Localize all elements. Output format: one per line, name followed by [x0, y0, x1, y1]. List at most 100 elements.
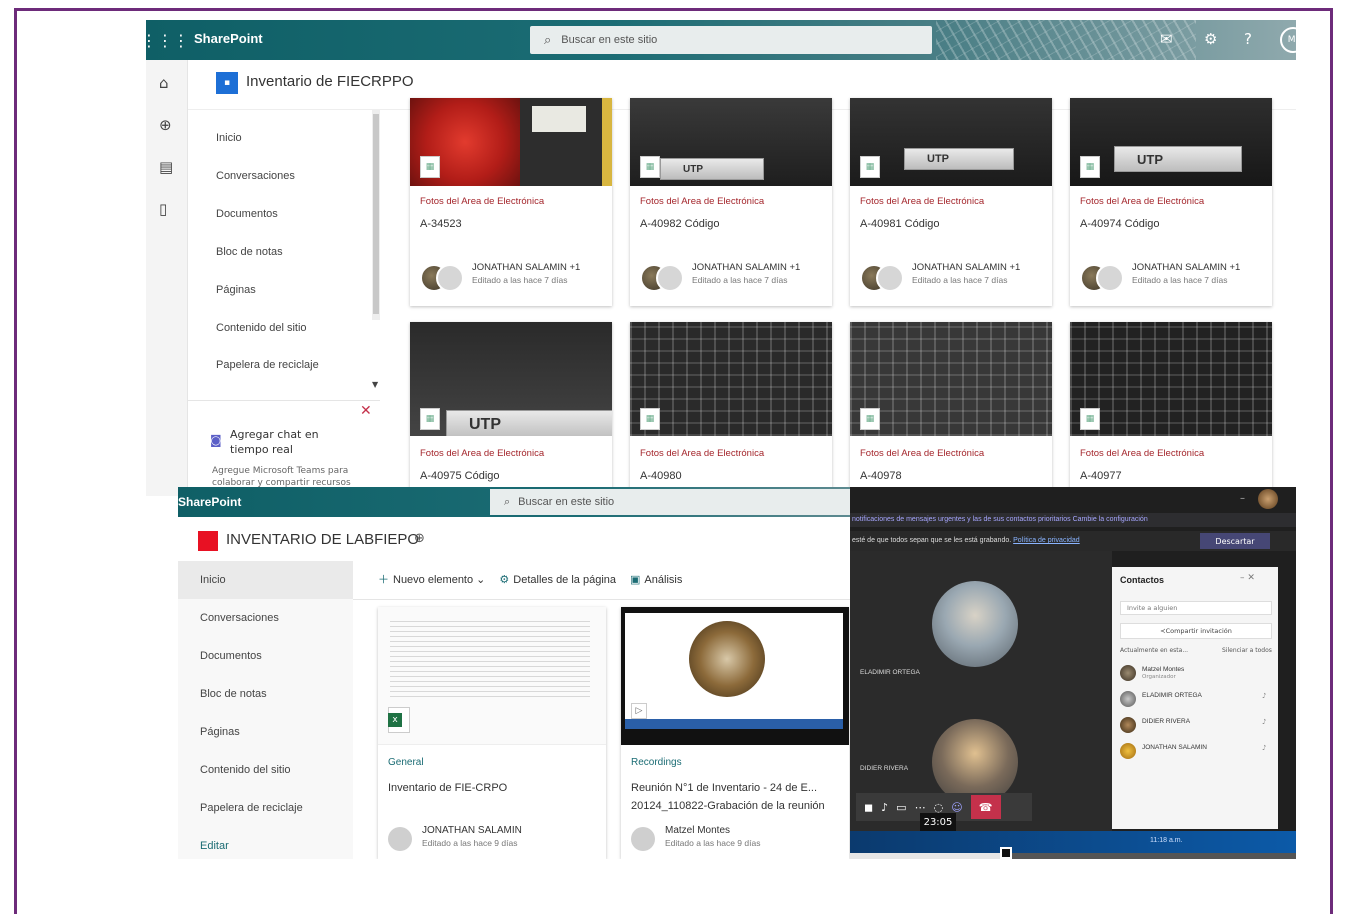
card-title[interactable]: Inventario de FIE-CRPO	[388, 779, 603, 797]
list-item[interactable]: ELADIMIR ORTEGA ♪	[1120, 689, 1272, 709]
close-icon[interactable]: – ✕	[1240, 573, 1255, 583]
hang-up-button[interactable]: ☎	[970, 795, 1001, 819]
card-title[interactable]: A-40978	[860, 470, 902, 482]
news-card[interactable]: ▦ Fotos del Area de Electrónica A-40978	[850, 322, 1052, 496]
notification-banner: notificaciones de mensajes urgentes y la…	[850, 513, 1296, 527]
gear-icon[interactable]: ⚙	[1204, 30, 1217, 48]
card-title[interactable]: Reunión N°1 de Inventario - 24 de E... 2…	[631, 779, 846, 815]
nav-item-contenido[interactable]: Contenido del sitio	[216, 322, 307, 334]
share-invite-button[interactable]: ≺ Compartir invitación	[1120, 623, 1272, 639]
participant-name: ELADIMIR ORTEGA	[1142, 692, 1202, 699]
nav-item-documentos[interactable]: Documentos	[216, 208, 278, 220]
file-icon[interactable]: ▯	[159, 200, 167, 218]
chat-promo-title[interactable]: Agregar chat en tiempo real	[230, 427, 340, 457]
news-card[interactable]: UTP ▦ Fotos del Area de Electrónica A-40…	[630, 98, 832, 306]
list-item[interactable]: Matzel Montes Organizador	[1120, 663, 1272, 683]
divider	[353, 599, 850, 600]
card-title[interactable]: A-40975 Código	[420, 470, 500, 482]
analytics-button[interactable]: ▣ Análisis	[630, 573, 682, 586]
card-title[interactable]: A-40981 Código	[860, 218, 940, 230]
globe-icon[interactable]: ⊕	[414, 531, 425, 546]
news-card[interactable]: UTP ▦ Fotos del Area de Electrónica A-40…	[850, 98, 1052, 306]
site-logo[interactable]	[198, 531, 218, 551]
document-card[interactable]: x General Inventario de FIE-CRPO JONATHA…	[378, 607, 606, 859]
card-title[interactable]: A-40982 Código	[640, 218, 720, 230]
nav-item-papelera[interactable]: Papelera de reciclaje	[200, 802, 303, 814]
nav-item-papelera[interactable]: Papelera de reciclaje	[216, 359, 319, 371]
avatar[interactable]: MI	[1280, 27, 1296, 53]
card-title[interactable]: A-40974 Código	[1080, 218, 1160, 230]
chat-icon[interactable]: ◌	[934, 801, 944, 814]
site-logo[interactable]: ▪	[216, 72, 238, 94]
app-launcher-icon[interactable]: ⋮⋮⋮	[146, 20, 189, 60]
participant-role: Organizador	[1142, 674, 1176, 680]
site-title[interactable]: INVENTARIO DE LABFIEPO	[226, 531, 419, 548]
suite-header: SharePoint ⌕ Buscar en este sitio	[178, 487, 850, 517]
nav-item-conversaciones[interactable]: Conversaciones	[200, 612, 279, 624]
nav-item-documentos[interactable]: Documentos	[200, 650, 262, 662]
asset-tag: UTP	[660, 158, 764, 180]
news-card[interactable]: ▦ Fotos del Area de Electrónica A-40980	[630, 322, 832, 496]
mute-all-link[interactable]: Silenciar a todos	[1222, 647, 1272, 654]
camera-icon[interactable]: ◼	[864, 801, 873, 814]
participants-panel: Contactos – ✕ Invite a alguien ≺ Compart…	[1112, 567, 1278, 829]
page-details-button[interactable]: ⚙ Detalles de la página	[499, 573, 616, 586]
news-card[interactable]: UTP ▦ Fotos del Area de Electrónica A-40…	[1070, 98, 1272, 306]
search-box[interactable]: ⌕ Buscar en este sitio	[490, 489, 850, 515]
search-box[interactable]: ⌕ Buscar en este sitio	[530, 26, 932, 54]
minimize-icon[interactable]: –	[1240, 493, 1245, 504]
news-card[interactable]: UTP ▦ Fotos del Area de Electrónica A-40…	[410, 322, 612, 496]
people-icon[interactable]: ☺	[951, 801, 962, 814]
brand-name[interactable]: SharePoint	[194, 31, 263, 46]
help-icon[interactable]: ?	[1244, 30, 1252, 48]
new-item-button[interactable]: ＋ Nuevo elemento ⌄	[378, 571, 485, 587]
nav-item-inicio[interactable]: Inicio	[200, 574, 226, 586]
avatar[interactable]	[1258, 489, 1278, 509]
card-edited: Editado a las hace 9 días	[665, 838, 761, 848]
card-author: JONATHAN SALAMIN +1	[912, 262, 1021, 273]
card-title[interactable]: A-40977	[1080, 470, 1122, 482]
more-icon[interactable]: ⋯	[915, 801, 926, 814]
gear-icon: ⚙	[499, 573, 510, 586]
card-author: JONATHAN SALAMIN	[422, 825, 522, 836]
card-title[interactable]: A-34523	[420, 218, 462, 230]
list-item[interactable]: DIDIER RIVERA ♪	[1120, 715, 1272, 735]
chat-icon[interactable]: ✉	[1160, 30, 1173, 48]
document-card[interactable]: ▷ Recordings Reunión N°1 de Inventario -…	[621, 607, 849, 859]
participant-video	[932, 581, 1018, 667]
invite-input[interactable]: Invite a alguien	[1120, 601, 1272, 615]
card-image: ▦	[630, 322, 832, 436]
nav-scrollbar[interactable]	[372, 110, 380, 320]
nav-item-bloc[interactable]: Bloc de notas	[216, 246, 283, 258]
nav-item-editar[interactable]: Editar	[200, 840, 229, 852]
card-label: Fotos del Area de Electrónica	[640, 448, 765, 459]
seek-handle[interactable]	[1000, 847, 1013, 859]
playback-progress[interactable]	[850, 853, 1296, 859]
nav-item-contenido[interactable]: Contenido del sitio	[200, 764, 291, 776]
scroll-down-icon[interactable]: ▼	[372, 380, 378, 389]
close-icon[interactable]: ✕	[360, 403, 372, 419]
news-icon[interactable]: ▤	[159, 158, 173, 176]
home-icon[interactable]: ⌂	[159, 74, 169, 92]
card-title[interactable]: A-40980	[640, 470, 682, 482]
news-card[interactable]: ▦ Fotos del Area de Electrónica A-40977	[1070, 322, 1272, 496]
nav-item-paginas[interactable]: Páginas	[200, 726, 240, 738]
nav-item-paginas[interactable]: Páginas	[216, 284, 256, 296]
brand-name[interactable]: SharePoint	[178, 495, 241, 509]
panel-title: Contactos	[1120, 575, 1165, 585]
share-icon[interactable]: ▭	[896, 801, 906, 814]
play-icon[interactable]: ▷	[631, 703, 647, 719]
nav-item-bloc[interactable]: Bloc de notas	[200, 688, 267, 700]
card-image: UTP ▦	[850, 98, 1052, 186]
privacy-link[interactable]: Política de privacidad	[1013, 537, 1080, 544]
site-title[interactable]: Inventario de FIECRPPO	[246, 73, 414, 90]
globe-icon[interactable]: ⊕	[159, 116, 172, 134]
dismiss-button[interactable]: Descartar	[1200, 533, 1270, 549]
list-item[interactable]: JONATHAN SALAMIN ♪	[1120, 741, 1272, 761]
card-edited: Editado a las hace 9 días	[422, 838, 518, 848]
news-card[interactable]: ▦ Fotos del Area de Electrónica A-34523 …	[410, 98, 612, 306]
card-image: ▦	[850, 322, 1052, 436]
nav-item-inicio[interactable]: Inicio	[216, 132, 242, 144]
nav-item-conversaciones[interactable]: Conversaciones	[216, 170, 295, 182]
mic-icon[interactable]: ♪	[881, 801, 888, 814]
